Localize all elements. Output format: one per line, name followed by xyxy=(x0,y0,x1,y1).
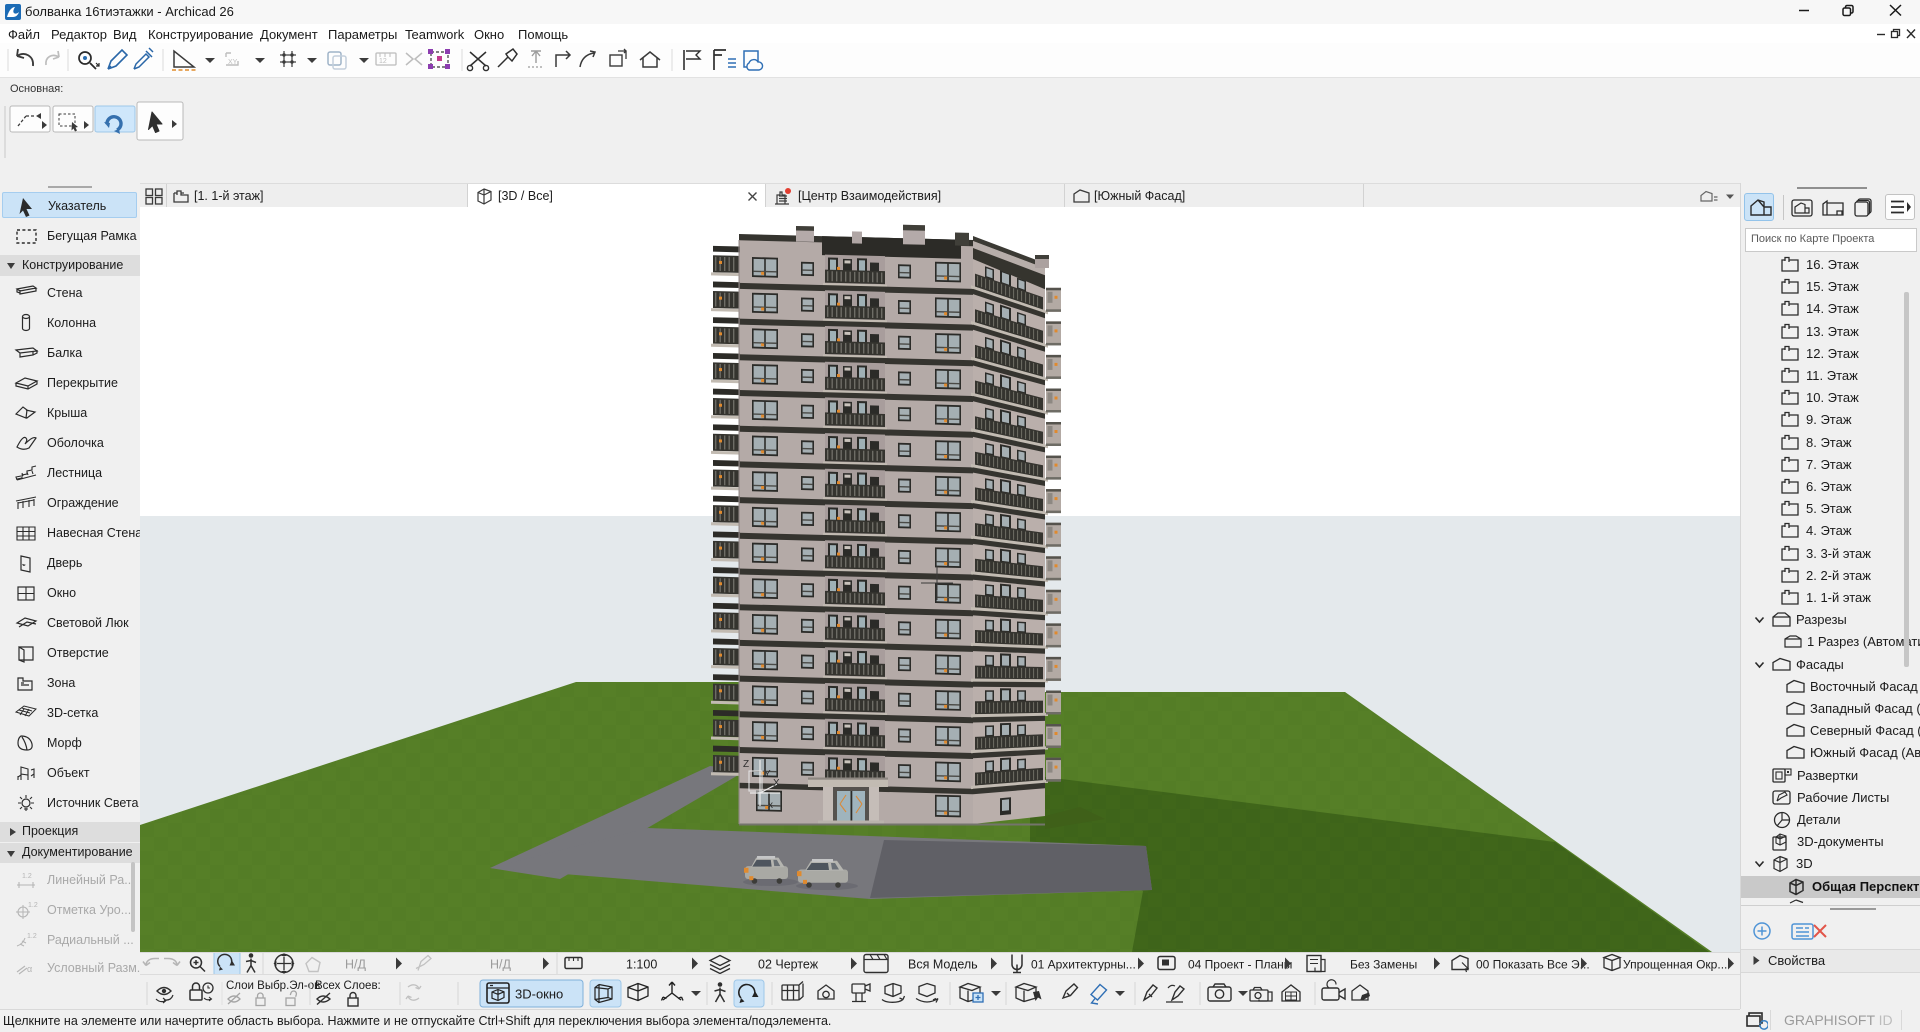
svg-text:Всех Слоев:: Всех Слоев: xyxy=(315,980,381,992)
svg-text:02 Чертеж: 02 Чертеж xyxy=(758,958,819,972)
svg-text:00 Показать Все Э...: 00 Показать Все Э... xyxy=(1476,958,1590,972)
svg-text:3D-окно: 3D-окно xyxy=(515,987,563,1002)
svg-text:Слои Выбр.Эл-ов: Слои Выбр.Эл-ов xyxy=(226,980,320,992)
svg-text:1.2: 1.2 xyxy=(28,902,38,909)
svg-text:Упрощенная Окр...: Упрощенная Окр... xyxy=(1623,958,1727,972)
svg-text:XY: XY xyxy=(228,59,238,66)
svg-text:1.2: 1.2 xyxy=(22,873,32,880)
svg-text:Вся Модель: Вся Модель xyxy=(908,958,978,972)
svg-text:X: X xyxy=(773,778,780,789)
svg-text:Z: Z xyxy=(743,759,749,770)
svg-text:Н/Д: Н/Д xyxy=(490,958,512,972)
svg-text:x: x xyxy=(768,800,773,811)
svg-text:04 Проект - Планы: 04 Проект - Планы xyxy=(1188,958,1292,972)
svg-text:1.2: 1.2 xyxy=(27,933,37,940)
svg-text:12: 12 xyxy=(379,58,387,65)
svg-text:Н/Д: Н/Д xyxy=(345,958,367,972)
svg-text:Без Замены: Без Замены xyxy=(1350,958,1417,972)
svg-text:α: α xyxy=(27,964,32,974)
svg-text:1:100: 1:100 xyxy=(626,958,657,972)
svg-text:01 Архитектурны...: 01 Архитектурны... xyxy=(1031,958,1136,972)
svg-text:Y: Y xyxy=(764,769,771,780)
